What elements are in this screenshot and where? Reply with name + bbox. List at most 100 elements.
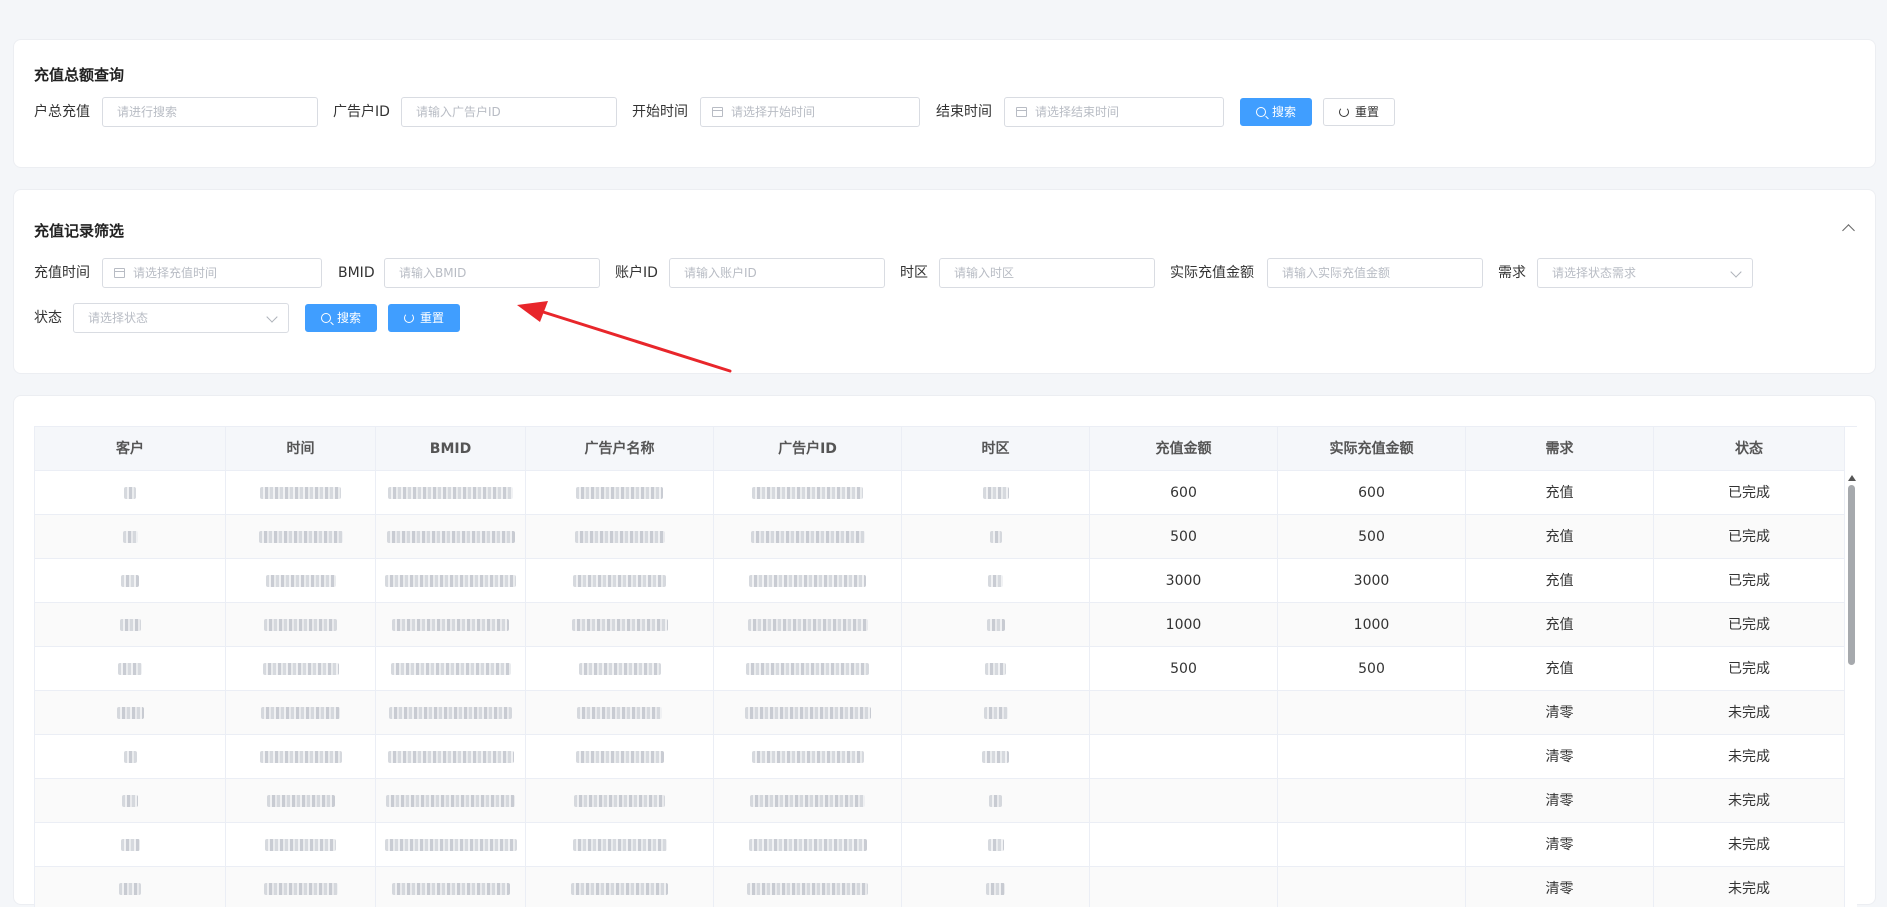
redacted-text: [985, 663, 1006, 675]
redacted-text: [258, 531, 343, 543]
redacted-text: [986, 619, 1005, 631]
column-header-ad-account-id: 广告户ID: [714, 427, 902, 471]
redacted-text: [750, 795, 865, 807]
status-cell: 未完成: [1654, 779, 1845, 823]
recharge-time-picker[interactable]: 请选择充值时间: [102, 258, 322, 288]
total-recharge-label: 户总充值: [34, 104, 90, 120]
customer-cell: [35, 647, 226, 691]
demand-cell: 充值: [1466, 647, 1654, 691]
redacted-text: [384, 839, 517, 851]
table-scrollbar[interactable]: [1845, 473, 1857, 907]
redacted-text: [120, 839, 140, 851]
timezone-label: 时区: [900, 265, 928, 281]
table-header: 客户 时间 BMID 广告户名称 广告户ID 时区 充值金额 实际充值金额 需求…: [35, 427, 1857, 471]
table-row: 清零 未完成: [35, 823, 1857, 867]
bmid-input[interactable]: 请输入BMID: [384, 258, 600, 288]
column-header-status: 状态: [1654, 427, 1845, 471]
redacted-text: [385, 575, 516, 587]
redacted-text: [747, 883, 868, 895]
record-search-button[interactable]: 搜索: [305, 304, 377, 332]
collapse-chevron-up-icon[interactable]: [1842, 224, 1855, 237]
redacted-text: [259, 751, 342, 763]
time-cell: [226, 647, 376, 691]
redacted-text: [386, 531, 515, 543]
account-id-label: 账户ID: [615, 265, 658, 281]
start-time-label: 开始时间: [632, 104, 688, 120]
amount-cell: [1090, 823, 1278, 867]
ad-account-name-cell: [526, 691, 714, 735]
amount-cell: [1090, 779, 1278, 823]
customer-cell: [35, 559, 226, 603]
redacted-text: [388, 487, 513, 499]
amount-cell: [1090, 735, 1278, 779]
actual-amount-cell: [1278, 867, 1466, 907]
total-search-button[interactable]: 搜索: [1240, 98, 1312, 126]
account-id-input[interactable]: 请输入账户ID: [669, 258, 885, 288]
redacted-text: [751, 751, 864, 763]
bmid-cell: [376, 779, 526, 823]
redacted-text: [986, 883, 1005, 895]
column-header-customer: 客户: [35, 427, 226, 471]
redacted-text: [988, 575, 1003, 587]
total-reset-button[interactable]: 重置: [1323, 98, 1395, 126]
scroll-up-arrow-icon[interactable]: [1848, 475, 1856, 481]
status-cell: 未完成: [1654, 735, 1845, 779]
actual-amount-input[interactable]: 请输入实际充值金额: [1267, 258, 1483, 288]
search-icon: [1255, 106, 1266, 117]
actual-amount-label: 实际充值金额: [1170, 265, 1254, 281]
redacted-text: [262, 663, 339, 675]
demand-cell: 充值: [1466, 559, 1654, 603]
actual-amount-cell: [1278, 691, 1466, 735]
status-cell: 未完成: [1654, 823, 1845, 867]
actual-amount-cell: [1278, 735, 1466, 779]
demand-select[interactable]: 请选择状态需求: [1537, 258, 1753, 288]
start-time-picker[interactable]: 请选择开始时间: [700, 97, 920, 127]
redacted-text: [263, 883, 338, 895]
amount-cell: 500: [1090, 647, 1278, 691]
recharge-records-table-card: 客户 时间 BMID 广告户名称 广告户ID 时区 充值金额 实际充值金额 需求…: [13, 395, 1876, 907]
redacted-text: [577, 707, 662, 719]
status-select[interactable]: 请选择状态: [73, 303, 289, 333]
timezone-cell: [902, 735, 1090, 779]
timezone-input[interactable]: 请输入时区: [939, 258, 1155, 288]
redacted-text: [391, 883, 510, 895]
ad-account-id-cell: [714, 515, 902, 559]
ad-account-name-cell: [526, 823, 714, 867]
amount-cell: [1090, 691, 1278, 735]
record-filter-title: 充值记录筛选: [34, 222, 125, 240]
total-recharge-query-card: 充值总额查询 户总充值 请进行搜索 广告户ID 请输入广告户ID 开始时间 请选…: [13, 39, 1876, 168]
redacted-text: [266, 795, 335, 807]
end-time-label: 结束时间: [936, 104, 992, 120]
bmid-cell: [376, 559, 526, 603]
column-header-demand: 需求: [1466, 427, 1654, 471]
customer-cell: [35, 515, 226, 559]
column-header-actual-amount: 实际充值金额: [1278, 427, 1466, 471]
amount-cell: 600: [1090, 471, 1278, 515]
chevron-down-icon: [1730, 266, 1742, 278]
recharge-record-filter-card: 充值记录筛选 充值时间 请选择充值时间 BMID 请输入BMID 账户ID 请输…: [13, 189, 1876, 374]
bmid-cell: [376, 647, 526, 691]
total-recharge-input[interactable]: 请进行搜索: [102, 97, 318, 127]
record-reset-button[interactable]: 重置: [388, 304, 460, 332]
status-cell: 已完成: [1654, 647, 1845, 691]
time-cell: [226, 559, 376, 603]
redacted-text: [261, 707, 340, 719]
redacted-text: [265, 839, 336, 851]
scrollbar-thumb[interactable]: [1848, 485, 1855, 665]
redacted-text: [264, 619, 337, 631]
end-time-picker[interactable]: 请选择结束时间: [1004, 97, 1224, 127]
time-cell: [226, 735, 376, 779]
customer-cell: [35, 867, 226, 907]
search-icon: [320, 312, 331, 323]
total-query-title: 充值总额查询: [34, 66, 125, 84]
table-row: 清零 未完成: [35, 735, 1857, 779]
redacted-text: [750, 531, 865, 543]
calendar-icon: [1016, 107, 1027, 117]
ad-account-name-cell: [526, 647, 714, 691]
ad-account-id-cell: [714, 647, 902, 691]
redacted-text: [572, 839, 667, 851]
ad-account-id-cell: [714, 559, 902, 603]
redacted-text: [987, 839, 1004, 851]
ad-account-id-input[interactable]: 请输入广告户ID: [401, 97, 617, 127]
redacted-text: [989, 531, 1002, 543]
